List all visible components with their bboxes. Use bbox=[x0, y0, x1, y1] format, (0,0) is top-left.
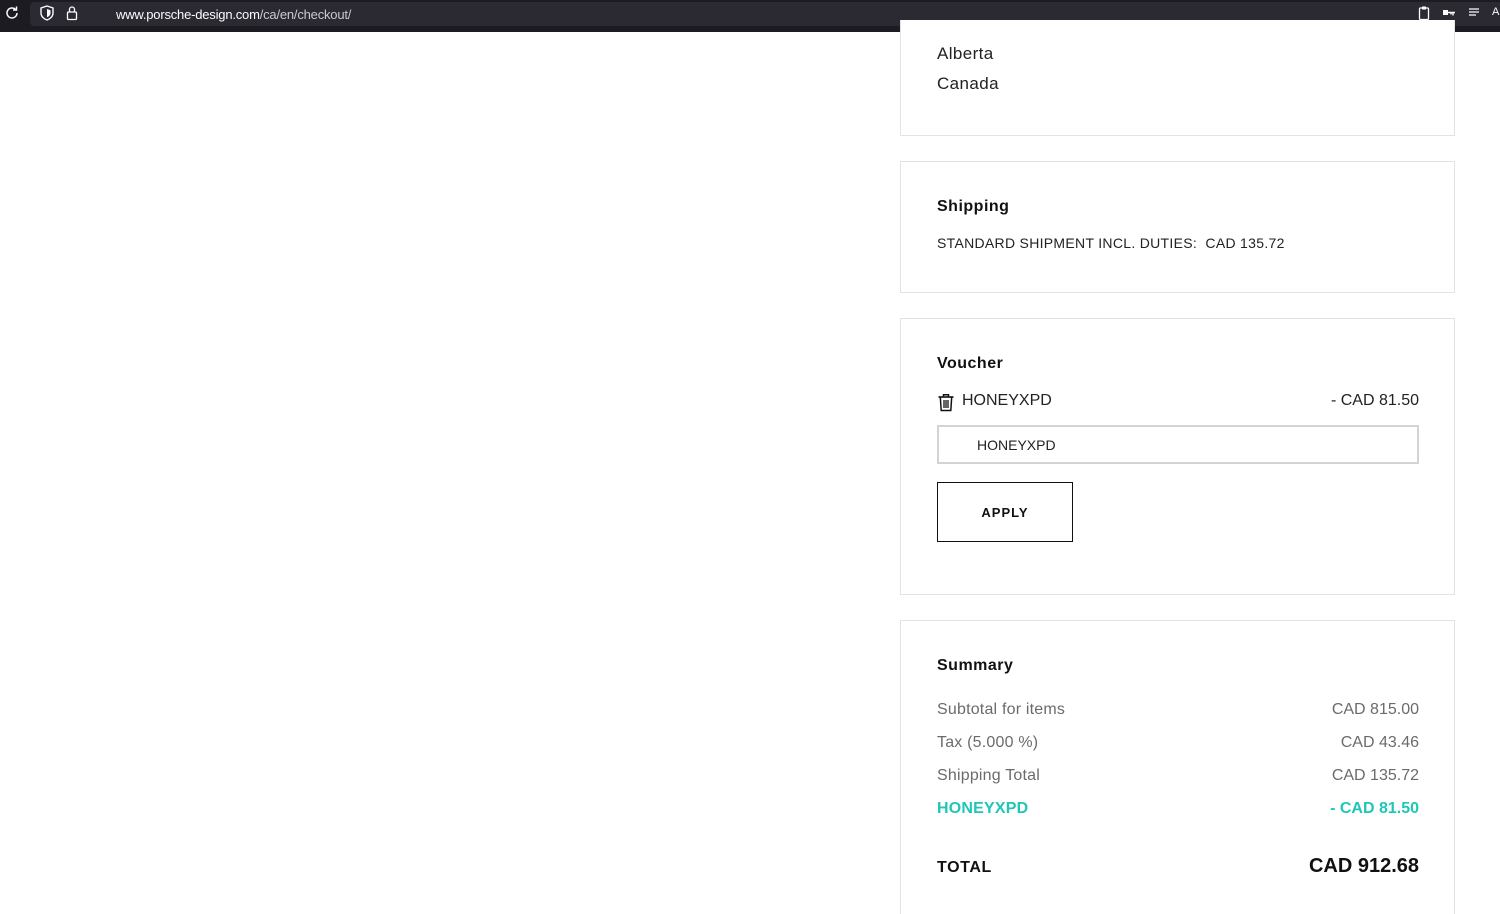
applied-voucher-row: HONEYXPD - CAD 81.50 bbox=[937, 390, 1419, 414]
address-line-province: Alberta bbox=[937, 44, 994, 63]
url-path: /ca/en/checkout/ bbox=[259, 7, 352, 22]
voucher-card: Voucher HONEYXPD - CAD 81.50 APPLY bbox=[900, 318, 1455, 595]
summary-row-total: TOTAL CAD 912.68 bbox=[937, 855, 1419, 887]
trash-icon[interactable] bbox=[937, 393, 955, 412]
shipping-method: STANDARD SHIPMENT INCL. DUTIES: CAD 135.… bbox=[937, 235, 1285, 251]
summary-value: CAD 135.72 bbox=[1331, 767, 1419, 784]
clipboard-icon[interactable] bbox=[1418, 5, 1430, 21]
summary-value: - CAD 81.50 bbox=[1330, 800, 1419, 817]
summary-label: Tax (5.000 %) bbox=[937, 734, 1039, 751]
summary-label: HONEYXPD bbox=[937, 800, 1029, 817]
voucher-title: Voucher bbox=[937, 355, 1004, 372]
shipping-title: Shipping bbox=[937, 198, 1010, 215]
url-host: www.porsche-design.com bbox=[116, 7, 260, 22]
toolbar-overflow-letter[interactable]: A bbox=[1492, 6, 1499, 18]
summary-label: Subtotal for items bbox=[937, 701, 1066, 718]
summary-row-tax: Tax (5.000 %) CAD 43.46 bbox=[937, 734, 1419, 756]
shipping-address-card: Alberta Canada bbox=[900, 20, 1455, 136]
apply-voucher-button[interactable]: APPLY bbox=[937, 482, 1073, 542]
reader-view-icon[interactable] bbox=[1468, 7, 1480, 19]
key-icon[interactable] bbox=[1442, 7, 1456, 19]
address-line-country: Canada bbox=[937, 74, 999, 93]
applied-voucher-amount: - CAD 81.50 bbox=[1330, 392, 1419, 409]
reload-icon[interactable] bbox=[4, 5, 20, 21]
summary-row-shipping: Shipping Total CAD 135.72 bbox=[937, 767, 1419, 789]
summary-value: CAD 43.46 bbox=[1340, 734, 1419, 751]
summary-label: Shipping Total bbox=[937, 767, 1041, 784]
url-text[interactable]: www.porsche-design.com/ca/en/checkout/ bbox=[116, 7, 351, 22]
summary-value: CAD 815.00 bbox=[1331, 701, 1419, 718]
shipping-card: Shipping STANDARD SHIPMENT INCL. DUTIES:… bbox=[900, 161, 1455, 293]
summary-row-subtotal: Subtotal for items CAD 815.00 bbox=[937, 701, 1419, 723]
order-summary-card: Summary Subtotal for items CAD 815.00 Ta… bbox=[900, 620, 1455, 914]
total-value: CAD 912.68 bbox=[1308, 855, 1419, 877]
applied-voucher-code: HONEYXPD bbox=[962, 392, 1052, 409]
summary-title: Summary bbox=[937, 657, 1014, 674]
total-label: TOTAL bbox=[937, 859, 992, 876]
voucher-code-input[interactable] bbox=[937, 425, 1419, 464]
summary-row-voucher-discount: HONEYXPD - CAD 81.50 bbox=[937, 800, 1419, 822]
shield-icon[interactable] bbox=[40, 5, 54, 21]
lock-icon[interactable] bbox=[66, 5, 78, 21]
